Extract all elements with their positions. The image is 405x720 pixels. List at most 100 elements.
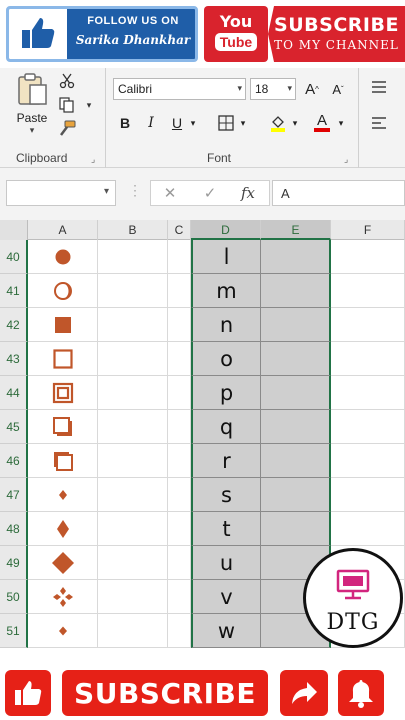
paste-button[interactable]: Paste ▾ (12, 72, 52, 135)
cell-c[interactable] (168, 478, 191, 512)
cell-e[interactable] (261, 342, 331, 376)
cell-a[interactable] (28, 614, 98, 648)
cell-e[interactable] (261, 478, 331, 512)
cell-d[interactable]: r (191, 444, 261, 478)
formula-input[interactable]: A (272, 180, 405, 206)
row-header[interactable]: 42 (0, 308, 28, 342)
column-header-c[interactable]: C (168, 220, 191, 240)
column-header-e[interactable]: E (261, 220, 331, 240)
cell-a[interactable] (28, 580, 98, 614)
font-name-select[interactable]: Calibri ▾ (113, 78, 246, 100)
row-header[interactable]: 51 (0, 614, 28, 648)
enter-icon[interactable]: ✓ (198, 182, 222, 204)
cell-f[interactable] (331, 444, 405, 478)
row-header[interactable]: 50 (0, 580, 28, 614)
font-color-dropdown-icon[interactable]: ▾ (335, 112, 347, 134)
formula-splitter-icon[interactable]: ⋮ (128, 182, 142, 199)
cell-f[interactable] (331, 478, 405, 512)
row-header[interactable]: 48 (0, 512, 28, 546)
italic-button[interactable]: I (141, 112, 161, 134)
cell-a[interactable] (28, 274, 98, 308)
align-left-icon[interactable] (368, 112, 390, 134)
paste-dropdown-icon[interactable]: ▾ (12, 125, 52, 136)
cell-b[interactable] (98, 274, 168, 308)
insert-function-icon[interactable]: fx (236, 182, 260, 204)
cell-b[interactable] (98, 546, 168, 580)
cell-d[interactable]: u (191, 546, 261, 580)
cell-c[interactable] (168, 512, 191, 546)
cell-a[interactable] (28, 546, 98, 580)
cell-b[interactable] (98, 580, 168, 614)
cell-e[interactable] (261, 410, 331, 444)
cell-f[interactable] (331, 512, 405, 546)
cell-d[interactable]: v (191, 580, 261, 614)
cell-f[interactable] (331, 342, 405, 376)
fill-color-icon[interactable] (267, 112, 289, 134)
column-header-d[interactable]: D (191, 220, 261, 240)
notification-bell-button[interactable] (338, 670, 384, 716)
cell-d[interactable]: l (191, 240, 261, 274)
cell-d[interactable]: o (191, 342, 261, 376)
cell-a[interactable] (28, 308, 98, 342)
cell-d[interactable]: s (191, 478, 261, 512)
cell-d[interactable]: w (191, 614, 261, 648)
cell-a[interactable] (28, 512, 98, 546)
follow-us-banner[interactable]: FOLLOW US ON Sarika Dhankhar (6, 6, 198, 62)
chevron-down-icon[interactable]: ▾ (104, 186, 109, 197)
cell-a[interactable] (28, 376, 98, 410)
select-all-corner[interactable] (0, 220, 28, 240)
cell-e[interactable] (261, 444, 331, 478)
column-header-f[interactable]: F (331, 220, 405, 240)
cell-d[interactable]: n (191, 308, 261, 342)
cell-b[interactable] (98, 308, 168, 342)
cell-e[interactable] (261, 274, 331, 308)
shrink-font-button[interactable]: Aˇ (327, 78, 349, 100)
fill-color-dropdown-icon[interactable]: ▾ (289, 112, 301, 134)
cell-b[interactable] (98, 240, 168, 274)
youtube-logo[interactable]: You Tube (204, 6, 268, 62)
cell-e[interactable] (261, 376, 331, 410)
cell-d[interactable]: p (191, 376, 261, 410)
underline-button[interactable]: U (167, 112, 187, 134)
format-painter-icon[interactable] (56, 118, 78, 140)
cell-b[interactable] (98, 444, 168, 478)
cell-c[interactable] (168, 580, 191, 614)
cell-d[interactable]: t (191, 512, 261, 546)
cell-d[interactable]: m (191, 274, 261, 308)
row-header[interactable]: 49 (0, 546, 28, 580)
copy-dropdown-icon[interactable]: ▾ (78, 94, 100, 116)
cell-a[interactable] (28, 410, 98, 444)
cell-c[interactable] (168, 444, 191, 478)
cell-e[interactable] (261, 512, 331, 546)
cell-b[interactable] (98, 512, 168, 546)
cell-a[interactable] (28, 478, 98, 512)
cell-f[interactable] (331, 376, 405, 410)
font-size-select[interactable]: 18 ▾ (250, 78, 296, 100)
font-color-button[interactable]: A (311, 112, 333, 134)
cell-b[interactable] (98, 478, 168, 512)
share-button[interactable] (280, 670, 328, 716)
cell-c[interactable] (168, 274, 191, 308)
borders-icon[interactable] (215, 112, 237, 134)
cell-f[interactable] (331, 410, 405, 444)
row-header[interactable]: 44 (0, 376, 28, 410)
cut-icon[interactable] (56, 70, 78, 92)
cell-c[interactable] (168, 410, 191, 444)
like-button[interactable] (5, 670, 51, 716)
cell-e[interactable] (261, 308, 331, 342)
name-box[interactable]: ▾ (6, 180, 116, 206)
cell-a[interactable] (28, 342, 98, 376)
cell-f[interactable] (331, 240, 405, 274)
grow-font-button[interactable]: A ^ (301, 78, 323, 100)
subscribe-button[interactable]: SUBSCRIBE (62, 670, 268, 716)
cell-b[interactable] (98, 410, 168, 444)
row-header[interactable]: 45 (0, 410, 28, 444)
subscribe-banner[interactable]: SUBSCRIBE TO MY CHANNEL (268, 6, 405, 62)
row-header[interactable]: 43 (0, 342, 28, 376)
cell-c[interactable] (168, 240, 191, 274)
bold-button[interactable]: B (115, 112, 135, 134)
row-header[interactable]: 46 (0, 444, 28, 478)
cell-b[interactable] (98, 342, 168, 376)
cell-b[interactable] (98, 614, 168, 648)
underline-dropdown-icon[interactable]: ▾ (187, 112, 199, 134)
